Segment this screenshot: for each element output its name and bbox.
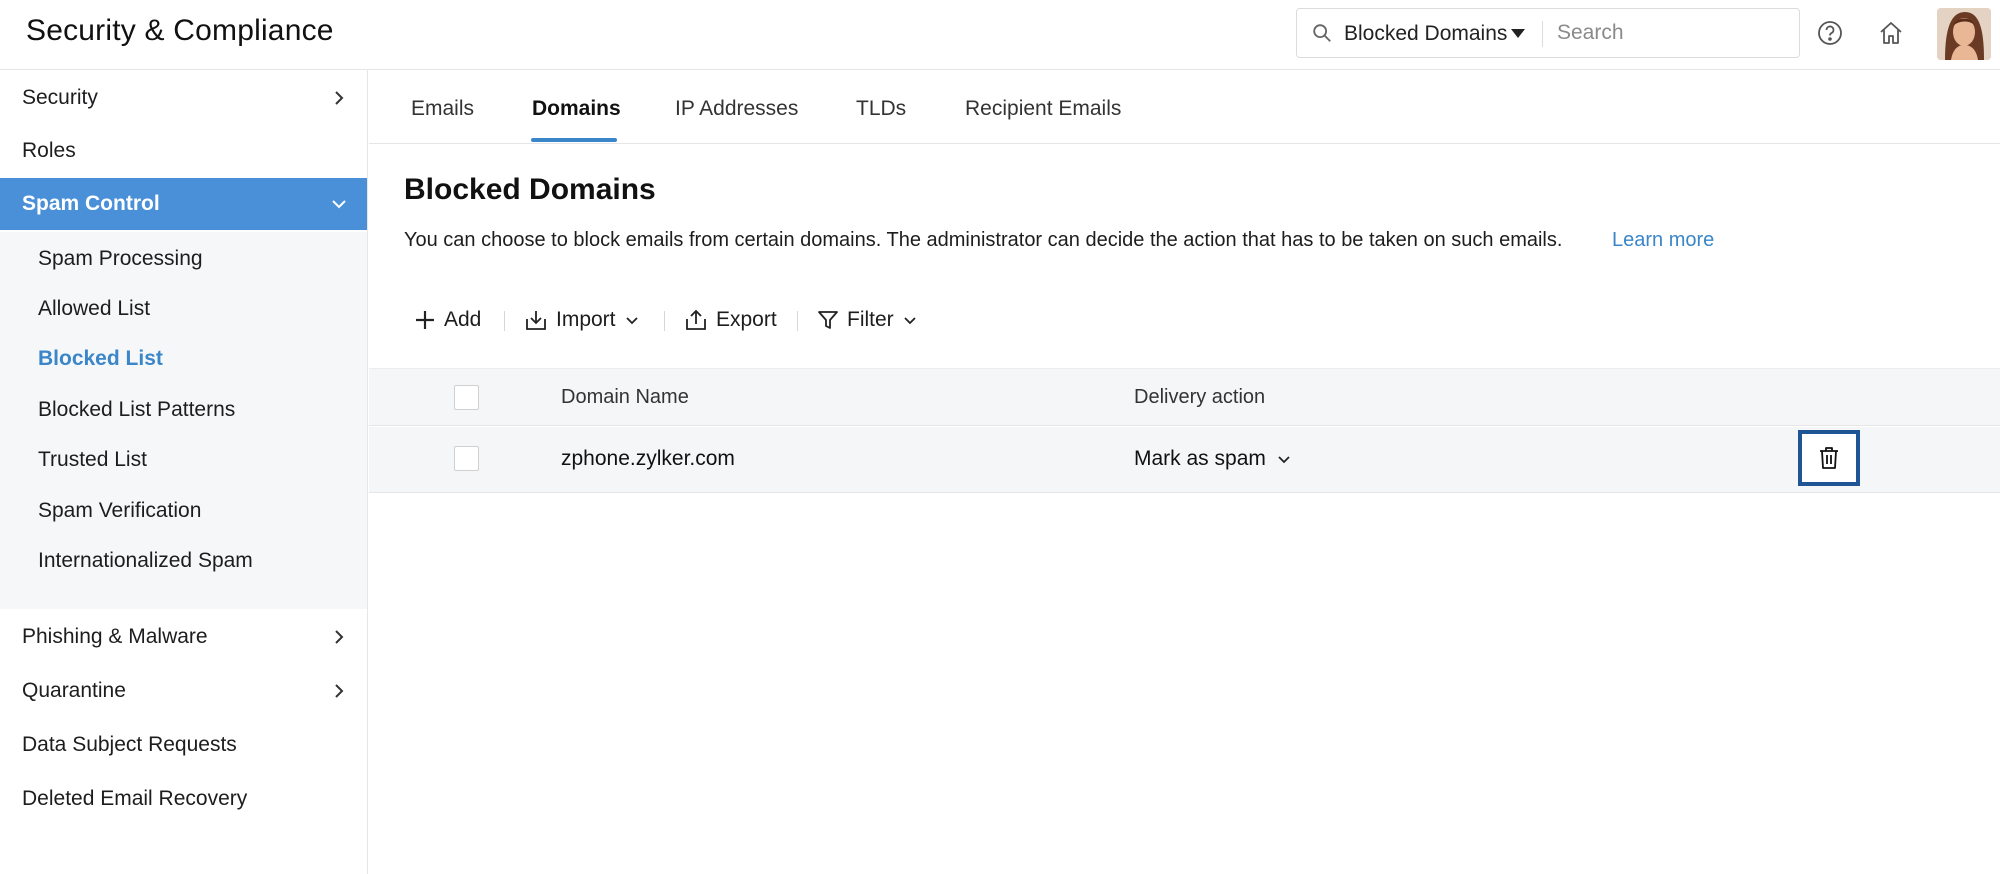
tab-domains[interactable]: Domains (532, 97, 621, 121)
help-icon[interactable] (1816, 19, 1844, 47)
sidebar-item-label: Phishing & Malware (22, 625, 208, 648)
plus-icon (416, 311, 434, 329)
chevron-right-icon (335, 684, 344, 698)
top-header: Security & Compliance Blocked Domains (0, 0, 2000, 70)
avatar-portrait-icon (1937, 8, 1991, 60)
caret-down-icon[interactable] (1511, 29, 1525, 38)
sidebar-item-label: Data Subject Requests (22, 733, 237, 756)
delete-button[interactable] (1798, 430, 1860, 486)
search-input[interactable] (1557, 17, 1787, 49)
trash-icon (1820, 447, 1838, 469)
sidebar-item-phishing-malware[interactable]: Phishing & Malware (0, 611, 367, 663)
table-header: Domain Name Delivery action (369, 368, 2000, 426)
chevron-down-icon (904, 317, 916, 325)
chevron-right-icon (335, 630, 344, 644)
sidebar-item-label: Security (22, 86, 98, 109)
page-title: Blocked Domains (404, 173, 656, 206)
submenu-item-blocked-list[interactable]: Blocked List (38, 347, 163, 371)
import-label: Import (556, 308, 616, 331)
learn-more-link[interactable]: Learn more (1612, 229, 1714, 252)
import-button[interactable]: Import (524, 302, 640, 338)
column-header-delivery-action[interactable]: Delivery action (1134, 386, 1265, 409)
sidebar-item-label: Spam Control (22, 192, 160, 215)
toolbar-separator (664, 311, 665, 331)
add-label: Add (444, 308, 482, 331)
sidebar-item-quarantine[interactable]: Quarantine (0, 665, 367, 717)
submenu-item-allowed-list[interactable]: Allowed List (38, 297, 150, 321)
user-avatar[interactable] (1937, 8, 1991, 60)
submenu-item-internationalized-spam[interactable]: Internationalized Spam (38, 549, 253, 573)
search-icon (1313, 24, 1331, 42)
spam-control-submenu: Spam Processing Allowed List Blocked Lis… (0, 232, 367, 609)
filter-label: Filter (847, 308, 894, 331)
search-box[interactable]: Blocked Domains (1296, 8, 1800, 58)
sidebar-item-label: Quarantine (22, 679, 126, 702)
active-tab-indicator (531, 138, 617, 142)
import-icon (526, 311, 546, 330)
export-button[interactable]: Export (684, 302, 777, 338)
submenu-item-blocked-list-patterns[interactable]: Blocked List Patterns (38, 398, 235, 422)
domain-name-cell: zphone.zylker.com (561, 447, 735, 470)
chevron-right-icon (335, 91, 344, 105)
tab-emails[interactable]: Emails (411, 97, 474, 121)
sidebar-item-label: Roles (22, 139, 76, 162)
sidebar-item-deleted-email-recovery[interactable]: Deleted Email Recovery (0, 773, 367, 825)
chevron-down-icon (332, 200, 346, 209)
filter-icon (818, 311, 838, 329)
home-icon[interactable] (1877, 19, 1905, 47)
select-all-checkbox[interactable] (454, 385, 479, 410)
export-icon (686, 309, 706, 330)
filter-button[interactable]: Filter (817, 302, 918, 338)
page-description: You can choose to block emails from cert… (404, 229, 1563, 251)
submenu-item-spam-verification[interactable]: Spam Verification (38, 499, 201, 523)
tab-recipient-emails[interactable]: Recipient Emails (965, 97, 1121, 121)
chevron-down-icon (625, 317, 638, 325)
sidebar-item-label: Deleted Email Recovery (22, 787, 248, 810)
sidebar-item-security[interactable]: Security (0, 72, 367, 124)
search-scope-selector[interactable]: Blocked Domains (1344, 22, 1507, 46)
delivery-action-dropdown[interactable]: Mark as spam (1134, 447, 1292, 471)
delivery-action-value: Mark as spam (1134, 447, 1266, 470)
search-divider (1542, 21, 1543, 47)
sidebar: Security Roles Spam Control Spam Process… (0, 70, 368, 874)
sidebar-item-roles[interactable]: Roles (0, 125, 367, 177)
row-checkbox[interactable] (454, 446, 479, 471)
submenu-item-spam-processing[interactable]: Spam Processing (38, 247, 203, 271)
tab-tlds[interactable]: TLDs (856, 97, 906, 121)
submenu-item-trusted-list[interactable]: Trusted List (38, 448, 147, 472)
toolbar-separator (797, 311, 798, 331)
toolbar-separator (504, 311, 505, 331)
tab-bar: Emails Domains IP Addresses TLDs Recipie… (369, 70, 2000, 144)
table-row[interactable]: zphone.zylker.com Mark as spam (369, 427, 2000, 493)
export-label: Export (716, 308, 777, 331)
chevron-down-icon (1278, 456, 1290, 464)
sidebar-item-data-subject-requests[interactable]: Data Subject Requests (0, 719, 367, 771)
add-button[interactable]: Add (414, 302, 481, 338)
app-title: Security & Compliance (26, 14, 334, 47)
tab-ip-addresses[interactable]: IP Addresses (675, 97, 798, 121)
sidebar-item-spam-control[interactable]: Spam Control (0, 178, 367, 230)
column-header-domain-name[interactable]: Domain Name (561, 386, 689, 409)
